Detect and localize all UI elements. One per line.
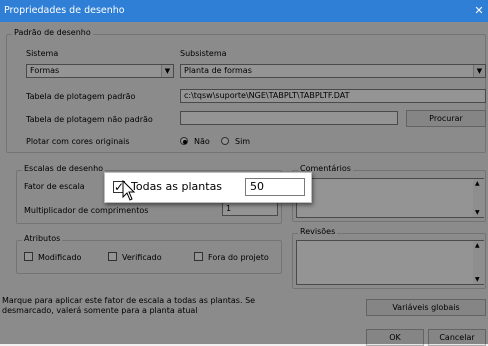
- sim-radio[interactable]: [221, 137, 229, 145]
- tabela-padrao-field[interactable]: c:\tqsw\suporte\NGE\TABPLT\TABPLTF.DAT: [180, 89, 486, 103]
- padrao-group-label: Padrão de desenho: [12, 28, 93, 38]
- ok-label: OK: [389, 333, 401, 342]
- sistema-select[interactable]: Formas ▼: [26, 64, 174, 78]
- close-icon[interactable]: ✕: [474, 0, 484, 22]
- subsistema-select[interactable]: Planta de formas ▼: [180, 64, 486, 78]
- chevron-down-icon[interactable]: ▼: [161, 65, 173, 77]
- scroll-down-icon[interactable]: ▼: [475, 276, 480, 283]
- fora-label: Fora do projeto: [208, 253, 269, 262]
- scroll-down-icon[interactable]: ▼: [475, 209, 480, 216]
- revisoes-textarea[interactable]: [296, 240, 484, 285]
- revisoes-group-label: Revisões: [298, 227, 338, 237]
- cancelar-button[interactable]: Cancelar: [428, 329, 486, 346]
- tabela-nao-padrao-label: Tabela de plotagem não padrão: [26, 115, 153, 124]
- sistema-label: Sistema: [26, 49, 59, 58]
- procurar-button[interactable]: Procurar: [406, 110, 486, 127]
- ok-button[interactable]: OK: [366, 329, 424, 346]
- mult-label: Multiplicador de comprimentos: [24, 206, 149, 215]
- sim-label: Sim: [235, 137, 251, 146]
- nao-radio[interactable]: [180, 137, 188, 145]
- variaveis-label: Variáveis globais: [392, 303, 460, 312]
- plotar-label: Plotar com cores originais: [26, 137, 130, 146]
- fora-checkbox[interactable]: [194, 252, 203, 261]
- fator-label: Fator de escala: [24, 182, 85, 191]
- variaveis-globais-button[interactable]: Variáveis globais: [366, 299, 486, 316]
- todas-plantas-label: Todas as plantas: [131, 180, 223, 193]
- tabela-nao-padrao-field[interactable]: [180, 111, 398, 125]
- tabela-padrao-label: Tabela de plotagem padrão: [26, 92, 136, 101]
- hint-text: Marque para aplicar este fator de escala…: [2, 296, 256, 315]
- verificado-checkbox[interactable]: [108, 252, 117, 261]
- modificado-label: Modificado: [38, 253, 82, 262]
- tabela-padrao-value: c:\tqsw\suporte\NGE\TABPLT\TABPLTF.DAT: [184, 91, 350, 100]
- mult-field[interactable]: 1: [222, 202, 278, 216]
- scroll-up-icon[interactable]: ▲: [475, 180, 480, 187]
- sistema-value: Formas: [30, 66, 60, 75]
- window-title: Propriedades de desenho: [4, 5, 125, 16]
- title-bar: Propriedades de desenho: [0, 0, 488, 22]
- revisoes-scrollbar[interactable]: ▲ ▼: [473, 241, 484, 284]
- cancelar-label: Cancelar: [439, 333, 475, 342]
- mult-value: 1: [226, 204, 232, 213]
- nao-label: Não: [194, 137, 210, 146]
- fator-escala-field[interactable]: 50: [245, 178, 305, 196]
- chevron-down-icon[interactable]: ▼: [473, 65, 485, 77]
- comentarios-scrollbar[interactable]: ▲ ▼: [473, 179, 484, 217]
- fator-escala-value: 50: [250, 180, 264, 193]
- comentarios-textarea[interactable]: [296, 178, 484, 218]
- verificado-label: Verificado: [122, 253, 162, 262]
- escalas-group-label: Escalas de desenho: [22, 164, 106, 174]
- atributos-group-label: Atributos: [22, 234, 63, 244]
- mouse-cursor-icon: [122, 180, 136, 201]
- modificado-checkbox[interactable]: [24, 252, 33, 261]
- subsistema-value: Planta de formas: [184, 66, 252, 75]
- scroll-up-icon[interactable]: ▲: [475, 242, 480, 249]
- procurar-label: Procurar: [429, 114, 463, 123]
- subsistema-label: Subsistema: [180, 49, 227, 58]
